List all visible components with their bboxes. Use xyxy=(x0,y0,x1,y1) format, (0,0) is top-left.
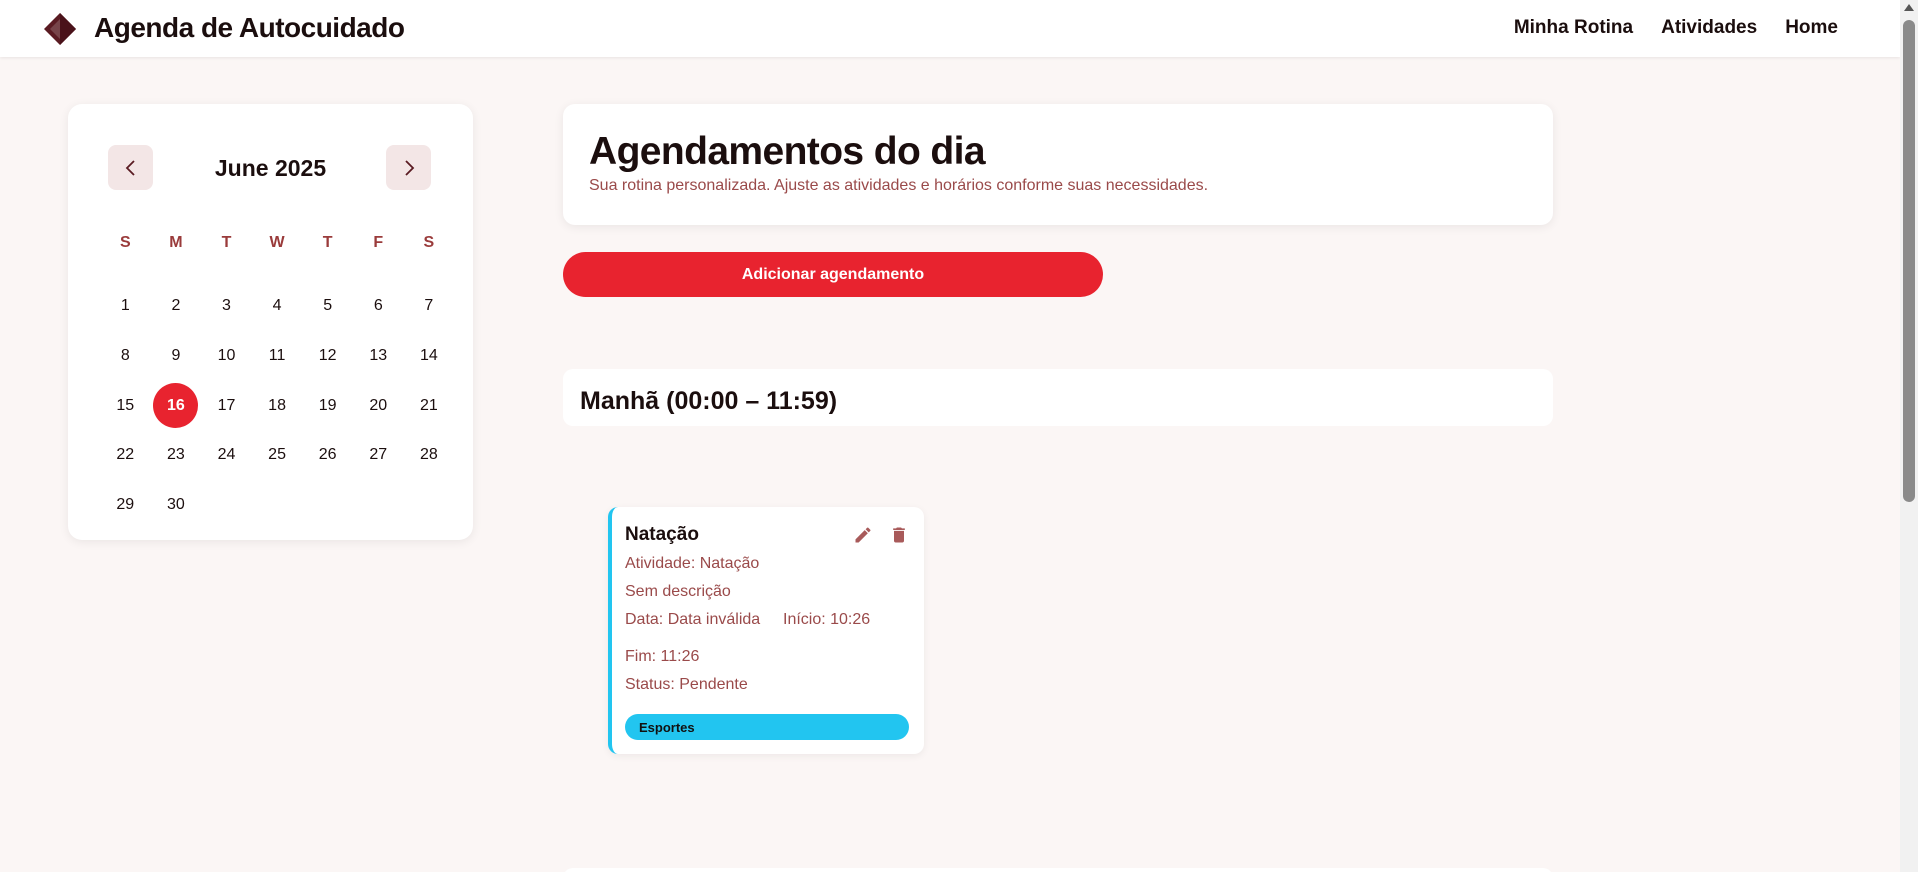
calendar-day[interactable]: 28 xyxy=(404,430,455,480)
next-month-button[interactable] xyxy=(386,145,431,190)
scroll-up-arrow-icon[interactable] xyxy=(1904,4,1914,11)
add-appointment-button[interactable]: Adicionar agendamento xyxy=(563,252,1103,297)
calendar-day[interactable]: 24 xyxy=(201,430,252,480)
calendar-day-number: 6 xyxy=(373,297,383,315)
calendar-widget: June 2025 S M T W T F S 1 2 3 4 5 6 7 8 9 10 11 12 1… xyxy=(68,104,473,540)
weekday-label: T xyxy=(322,234,333,251)
calendar-day[interactable]: 1 xyxy=(100,282,151,332)
nav-link-home[interactable]: Home xyxy=(1785,17,1838,39)
appointment-title: Natação xyxy=(625,524,699,545)
calendar-day[interactable]: 19 xyxy=(302,381,353,431)
calendar-day[interactable]: 17 xyxy=(201,381,252,431)
appointment-card[interactable]: Natação Atividade: Natação Sem descrição… xyxy=(608,507,924,754)
calendar-day[interactable]: 11 xyxy=(252,331,303,381)
calendar-day[interactable]: 15 xyxy=(100,381,151,431)
calendar-day[interactable]: 12 xyxy=(302,331,353,381)
appointment-description: Sem descrição xyxy=(625,583,731,600)
calendar-day-number: 28 xyxy=(419,446,438,464)
calendar-day-number: 20 xyxy=(369,396,388,414)
category-tag: Esportes xyxy=(625,714,909,740)
calendar-day[interactable]: 9 xyxy=(151,331,202,381)
calendar-day-number: 2 xyxy=(171,297,181,315)
appointment-date: Data: Data inválida xyxy=(625,611,761,628)
calendar-day-number: 26 xyxy=(318,446,337,464)
calendar-day-number: 12 xyxy=(318,346,337,364)
weekday-label: F xyxy=(373,234,384,251)
trash-icon[interactable] xyxy=(889,525,909,545)
calendar-day-selected[interactable]: 16 xyxy=(151,381,202,431)
calendar-day-number: 13 xyxy=(369,346,388,364)
weekday-label: M xyxy=(169,234,183,251)
calendar-day[interactable]: 10 xyxy=(201,331,252,381)
calendar-day-number: 29 xyxy=(116,495,135,513)
calendar-day-number: 7 xyxy=(424,297,434,315)
calendar-day[interactable]: 13 xyxy=(353,331,404,381)
calendar-day[interactable]: 25 xyxy=(252,430,303,480)
day-header-card: Agendamentos do dia Sua rotina personali… xyxy=(563,104,1553,225)
top-navigation-bar: Agenda de Autocuidado Minha Rotina Ativi… xyxy=(0,0,1900,57)
weekday-label: S xyxy=(423,234,435,251)
calendar-day-number: 27 xyxy=(369,446,388,464)
calendar-day[interactable]: 20 xyxy=(353,381,404,431)
calendar-day-number: 22 xyxy=(116,446,135,464)
calendar-day[interactable]: 27 xyxy=(353,430,404,480)
calendar-day-number: 17 xyxy=(217,396,236,414)
calendar-day[interactable]: 14 xyxy=(404,331,455,381)
main-nav: Minha Rotina Atividades Home xyxy=(1514,17,1838,39)
calendar-day-number: 8 xyxy=(120,346,130,364)
calendar-day-number: 11 xyxy=(268,346,286,364)
calendar-day[interactable]: 2 xyxy=(151,282,202,332)
app-title: Agenda de Autocuidado xyxy=(94,12,405,43)
calendar-day-number: 1 xyxy=(120,297,130,315)
calendar-day[interactable]: 22 xyxy=(100,430,151,480)
calendar-day-number: 18 xyxy=(268,396,286,414)
pencil-icon[interactable] xyxy=(853,525,873,545)
calendar-day-number: 23 xyxy=(166,446,185,464)
morning-section-header: Manhã (00:00 – 11:59) xyxy=(563,369,1553,426)
nav-link-atividades[interactable]: Atividades xyxy=(1661,17,1757,39)
calendar-day-number: 30 xyxy=(166,495,185,513)
calendar-day-number: 16 xyxy=(153,383,199,429)
weekday-label: W xyxy=(269,234,285,251)
calendar-day[interactable]: 5 xyxy=(302,282,353,332)
section-title: Manhã (00:00 – 11:59) xyxy=(580,387,838,415)
calendar-day-number: 5 xyxy=(323,297,333,315)
calendar-day[interactable]: 23 xyxy=(151,430,202,480)
calendar-day[interactable]: 21 xyxy=(404,381,455,431)
calendar-day[interactable]: 29 xyxy=(100,480,151,530)
calendar-day-number: 10 xyxy=(217,346,236,364)
calendar-day-number: 19 xyxy=(318,396,337,414)
calendar-day[interactable]: 7 xyxy=(404,282,455,332)
nav-link-minha-rotina[interactable]: Minha Rotina xyxy=(1514,17,1633,39)
calendar-day[interactable]: 3 xyxy=(201,282,252,332)
calendar-day-number: 25 xyxy=(268,446,286,464)
calendar-day-number: 24 xyxy=(217,446,236,464)
appointment-status: Status: Pendente xyxy=(625,676,748,693)
calendar-day[interactable]: 8 xyxy=(100,331,151,381)
calendar-day[interactable]: 4 xyxy=(252,282,303,332)
scroll-thumb[interactable] xyxy=(1903,20,1915,502)
calendar-day-number: 9 xyxy=(171,346,181,364)
page-subtitle: Sua rotina personalizada. Ajuste as ativ… xyxy=(589,177,1209,194)
calendar-day[interactable]: 30 xyxy=(151,480,202,530)
calendar-grid: S M T W T F S 1 2 3 4 5 6 7 8 9 10 11 12 13 14 15 16 17 1… xyxy=(100,232,454,530)
calendar-day-number: 4 xyxy=(272,297,282,315)
page-title: Agendamentos do dia xyxy=(589,130,986,173)
appointment-start-time: Início: 10:26 xyxy=(783,611,871,628)
appointment-end-time: Fim: 11:26 xyxy=(625,648,700,665)
next-section-panel xyxy=(563,868,1553,872)
chevron-right-icon xyxy=(404,159,414,176)
calendar-day-number: 15 xyxy=(116,396,135,414)
weekday-label: S xyxy=(119,234,131,251)
calendar-day[interactable]: 26 xyxy=(302,430,353,480)
appointment-activity: Atividade: Natação xyxy=(625,555,760,572)
calendar-day-number: 3 xyxy=(222,297,231,315)
calendar-day-number: 21 xyxy=(419,396,438,414)
diamond-logo-icon[interactable] xyxy=(44,13,76,45)
calendar-day[interactable]: 18 xyxy=(252,381,303,431)
calendar-day-number: 14 xyxy=(419,346,438,364)
weekday-label: T xyxy=(221,234,232,251)
calendar-day[interactable]: 6 xyxy=(353,282,404,332)
page-scrollbar[interactable] xyxy=(1900,0,1918,872)
